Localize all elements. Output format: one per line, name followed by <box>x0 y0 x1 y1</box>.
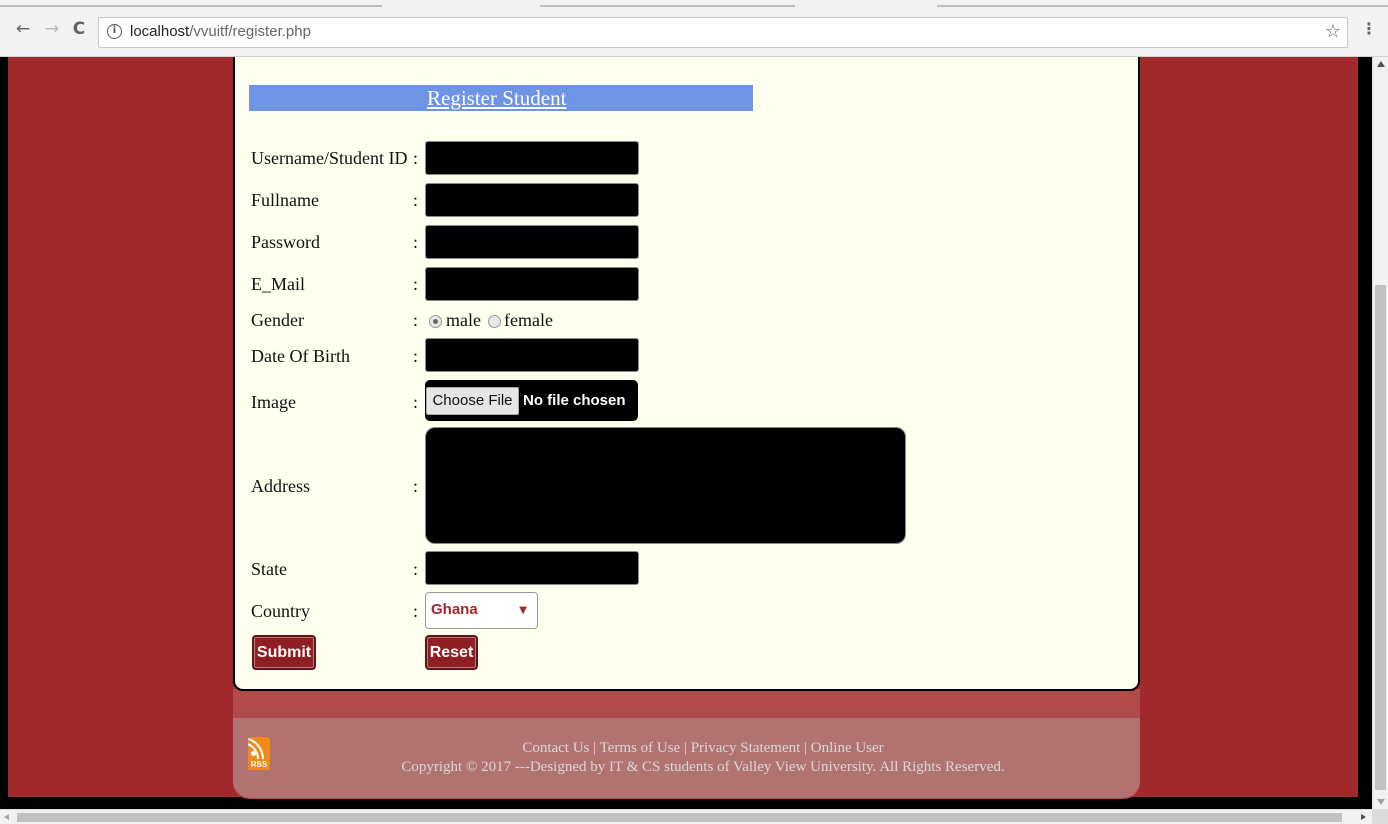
chevron-down-icon: ▼ <box>519 605 527 616</box>
state-colon: : <box>413 559 419 579</box>
state-input[interactable] <box>425 551 639 585</box>
bookmark-star-icon[interactable]: ☆ <box>1325 21 1341 42</box>
dob-input[interactable] <box>425 338 639 372</box>
email-input[interactable] <box>425 267 639 301</box>
address-bar[interactable]: i localhost/vvuitf/register.php ☆ <box>98 17 1348 48</box>
fullname-colon: : <box>413 190 419 210</box>
url-path: /vvuitf/register.php <box>189 23 311 40</box>
dob-label: Date Of Birth <box>251 346 350 366</box>
gender-male-label: male <box>446 310 481 330</box>
scroll-up-arrow-icon[interactable] <box>1377 61 1385 67</box>
address-textarea[interactable] <box>425 427 906 544</box>
username-label: Username/Student ID <box>251 148 408 168</box>
choose-file-button[interactable]: Choose File <box>426 387 519 415</box>
fullname-label: Fullname <box>251 190 319 210</box>
password-label: Password <box>251 232 321 252</box>
email-colon: : <box>413 274 419 294</box>
reload-icon[interactable]: C <box>68 18 90 40</box>
gender-colon: : <box>413 310 419 330</box>
country-select[interactable]: Ghana ▼ <box>425 592 538 629</box>
info-icon[interactable]: i <box>107 24 122 39</box>
horizontal-scroll-thumb[interactable] <box>17 813 1342 822</box>
username-input[interactable] <box>425 141 639 175</box>
scroll-down-arrow-icon[interactable] <box>1377 799 1385 805</box>
fullname-input[interactable] <box>425 183 639 217</box>
image-colon: : <box>413 392 419 412</box>
vertical-scroll-thumb[interactable] <box>1375 285 1386 790</box>
forward-icon[interactable]: → <box>41 18 63 40</box>
browser-menu-icon[interactable]: ⋮ <box>1358 18 1380 40</box>
page-viewport: Register Student Username/Student ID : F… <box>0 57 1372 809</box>
country-colon: : <box>413 601 419 621</box>
reset-button[interactable]: Reset <box>425 635 478 670</box>
back-icon[interactable]: ← <box>12 18 34 40</box>
image-label: Image <box>251 392 296 412</box>
country-label: Country <box>251 601 311 621</box>
address-colon: : <box>413 476 419 496</box>
browser-toolbar: ← → C i localhost/vvuitf/register.php ☆ … <box>0 0 1388 57</box>
state-label: State <box>251 559 287 579</box>
address-label: Address <box>251 476 310 496</box>
gender-label: Gender <box>251 310 304 330</box>
password-input[interactable] <box>425 225 639 259</box>
url-text: localhost/vvuitf/register.php <box>130 23 311 40</box>
dob-colon: : <box>413 346 419 366</box>
submit-button[interactable]: Submit <box>252 635 316 670</box>
gender-female-label: female <box>504 310 553 330</box>
footer-copyright: Copyright © 2017 ---Designed by IT & CS … <box>401 759 1005 775</box>
scrollbar-corner <box>1372 809 1388 824</box>
page-title[interactable]: Register Student <box>427 86 566 111</box>
footer-links[interactable]: Contact Us | Terms of Use | Privacy Stat… <box>233 740 1173 757</box>
scroll-right-arrow-icon[interactable] <box>1361 814 1366 820</box>
username-colon: : <box>413 148 419 168</box>
country-select-value: Ghana <box>431 601 478 618</box>
image-file-input[interactable]: Choose File No file chosen <box>425 380 638 421</box>
file-status: No file chosen <box>523 392 626 409</box>
vertical-scrollbar[interactable] <box>1372 57 1388 809</box>
scroll-left-arrow-icon[interactable] <box>4 814 9 820</box>
gender-female-radio[interactable] <box>488 315 501 328</box>
gender-male-radio[interactable] <box>429 315 442 328</box>
footer-panel <box>233 718 1140 798</box>
password-colon: : <box>413 232 419 252</box>
url-host: localhost <box>130 23 190 40</box>
email-label: E_Mail <box>251 274 305 294</box>
horizontal-scrollbar[interactable] <box>0 809 1372 824</box>
tab-strip <box>0 0 1388 8</box>
